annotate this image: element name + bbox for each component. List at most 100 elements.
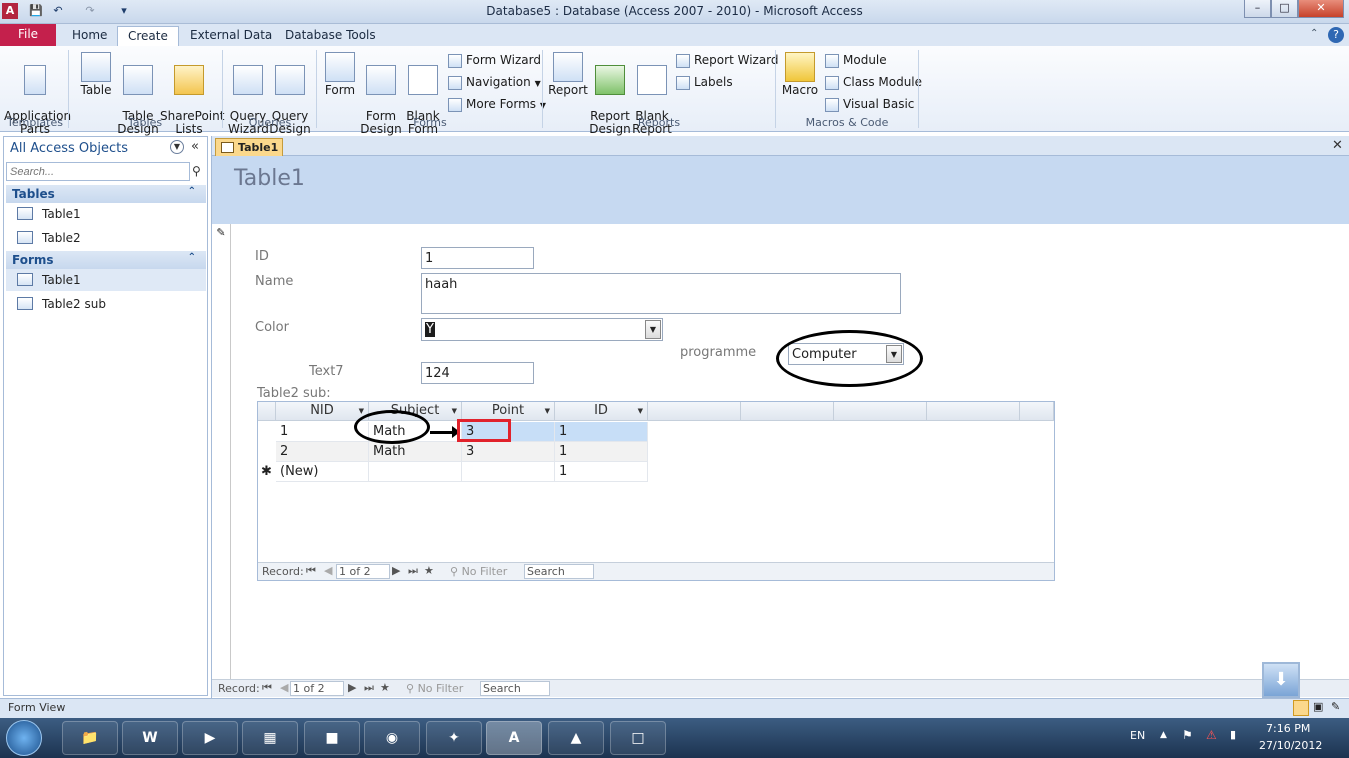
first-record-icon[interactable]: ⏮ <box>262 681 272 695</box>
nav-item-form-table2-sub[interactable]: Table2 sub <box>6 293 206 315</box>
next-record-icon[interactable]: ▶ <box>392 564 400 577</box>
minimize-button[interactable]: – <box>1244 0 1271 18</box>
column-header-empty[interactable] <box>741 402 834 421</box>
language-indicator[interactable]: EN <box>1130 729 1145 742</box>
record-selector[interactable]: ✎ <box>212 224 231 679</box>
select-all-corner[interactable] <box>258 402 276 421</box>
show-hidden-icons-icon[interactable]: ▲ <box>1160 730 1167 740</box>
cell-nid[interactable]: 2 <box>276 442 369 462</box>
class-module-button[interactable]: Class Module <box>825 75 922 90</box>
dropdown-arrow-icon[interactable]: ▼ <box>452 402 457 420</box>
nav-item-table2[interactable]: Table2 <box>6 227 206 249</box>
cell-id[interactable]: 1 <box>555 442 648 462</box>
labels-button[interactable]: Labels <box>676 75 733 90</box>
design-view-icon[interactable]: ✎ <box>1331 700 1340 713</box>
id-field[interactable]: 1 <box>421 247 534 269</box>
start-button[interactable] <box>6 720 42 756</box>
cell-id[interactable]: 1 <box>555 422 648 442</box>
new-record-button-icon[interactable]: ★ <box>380 681 390 694</box>
media-player-icon[interactable]: ▶ <box>182 721 238 755</box>
download-arrow-icon[interactable]: ⬇ <box>1262 662 1300 698</box>
nav-item-table1[interactable]: Table1 <box>6 203 206 225</box>
column-header-empty[interactable] <box>1020 402 1054 421</box>
collapse-group-icon[interactable]: ⌃ <box>188 186 196 197</box>
folder-icon[interactable]: ■ <box>304 721 360 755</box>
record-search-input[interactable]: Search <box>480 681 550 696</box>
macro-button[interactable]: Macro <box>780 52 820 97</box>
document-tab-table1[interactable]: Table1 <box>215 138 283 156</box>
dropdown-arrow-icon[interactable]: ▼ <box>638 402 643 420</box>
form-view-icon[interactable] <box>1293 700 1309 716</box>
column-header-empty[interactable] <box>927 402 1020 421</box>
column-header-nid[interactable]: NID ▼ <box>276 402 369 421</box>
close-document-icon[interactable]: ✕ <box>1332 138 1343 153</box>
module-button[interactable]: Module <box>825 53 887 68</box>
network-signal-icon[interactable]: ▮ <box>1230 728 1236 741</box>
tab-create[interactable]: Create <box>117 26 179 46</box>
access-taskbar-icon[interactable]: A <box>486 721 542 755</box>
form-wizard-button[interactable]: Form Wizard <box>448 53 541 68</box>
navigation-pane-header[interactable]: All Access Objects ▼ « <box>4 137 207 159</box>
form-button[interactable]: Form <box>320 52 360 97</box>
chevron-down-icon[interactable]: ▼ <box>170 140 184 154</box>
subform-datasheet[interactable]: NID ▼ Subject ▼ Point ▼ ID ▼ 1 Math 3 1 2 Ma… <box>257 401 1055 581</box>
no-filter-button[interactable]: ⚲ No Filter <box>406 682 463 695</box>
first-record-icon[interactable]: ⏮ <box>306 564 316 578</box>
column-header-id[interactable]: ID ▼ <box>555 402 648 421</box>
tab-database-tools[interactable]: Database Tools <box>275 26 386 46</box>
help-icon[interactable]: ? <box>1328 27 1344 43</box>
cell-point[interactable]: 3 <box>462 442 555 462</box>
app-icon[interactable]: ▲ <box>548 721 604 755</box>
previous-record-icon[interactable]: ◀ <box>324 564 332 577</box>
tray-security-icon[interactable]: ⚠ <box>1206 728 1217 742</box>
cell-point[interactable] <box>462 462 555 482</box>
media-321-icon[interactable]: ▦ <box>242 721 298 755</box>
collapse-group-icon[interactable]: ⌃ <box>188 252 196 263</box>
name-field[interactable]: haah <box>421 273 901 314</box>
cell-id[interactable]: 1 <box>555 462 648 482</box>
report-button[interactable]: Report <box>548 52 588 97</box>
more-forms-button[interactable]: More Forms ▼ <box>448 97 546 113</box>
clock-date[interactable]: 27/10/2012 <box>1259 739 1322 752</box>
color-combobox[interactable]: Y ▼ <box>421 318 663 341</box>
collapse-ribbon-icon[interactable]: ⌃ <box>1310 28 1318 39</box>
file-explorer-icon[interactable]: 📁 <box>62 721 118 755</box>
close-window-button[interactable]: ✕ <box>1298 0 1344 18</box>
pdf-reader-icon[interactable]: □ <box>610 721 666 755</box>
word-icon[interactable]: W <box>122 721 178 755</box>
column-header-empty[interactable] <box>648 402 741 421</box>
record-search-input[interactable]: Search <box>524 564 594 579</box>
dropdown-arrow-icon[interactable]: ▼ <box>645 320 661 339</box>
tray-flag-icon[interactable]: ⚑ <box>1182 728 1193 742</box>
new-record-button-icon[interactable]: ★ <box>424 564 434 577</box>
last-record-icon[interactable]: ⏭ <box>408 564 418 578</box>
browser-compass-icon[interactable]: ✦ <box>426 721 482 755</box>
search-icon[interactable]: ⚲ <box>192 164 201 178</box>
no-filter-button[interactable]: ⚲ No Filter <box>450 565 507 578</box>
previous-record-icon[interactable]: ◀ <box>280 681 288 694</box>
dropdown-arrow-icon[interactable]: ▼ <box>545 402 550 420</box>
cell-nid[interactable]: (New) <box>276 462 369 482</box>
nav-item-form-table1[interactable]: Table1 <box>6 269 206 291</box>
nav-group-tables[interactable]: Tables ⌃ <box>6 185 206 203</box>
tab-file[interactable]: File <box>0 24 56 46</box>
last-record-icon[interactable]: ⏭ <box>364 681 374 695</box>
layout-view-icon[interactable]: ▣ <box>1313 700 1323 713</box>
navigation-button[interactable]: Navigation ▼ <box>448 75 541 91</box>
table-button[interactable]: Table <box>76 52 116 97</box>
cell-subject[interactable]: Math <box>369 442 462 462</box>
tab-external-data[interactable]: External Data <box>180 26 282 46</box>
clock-time[interactable]: 7:16 PM <box>1266 722 1310 735</box>
tab-home[interactable]: Home <box>62 26 117 46</box>
record-number-input[interactable]: 1 of 2 <box>336 564 390 579</box>
nav-group-forms[interactable]: Forms ⌃ <box>6 251 206 269</box>
cell-subject[interactable] <box>369 462 462 482</box>
column-header-empty[interactable] <box>834 402 927 421</box>
visual-basic-button[interactable]: Visual Basic <box>825 97 914 112</box>
next-record-icon[interactable]: ▶ <box>348 681 356 694</box>
text7-field[interactable]: 124 <box>421 362 534 384</box>
maximize-button[interactable]: □ <box>1271 0 1298 18</box>
firefox-icon[interactable]: ◉ <box>364 721 420 755</box>
report-wizard-button[interactable]: Report Wizard <box>676 53 779 68</box>
navigation-search-input[interactable] <box>6 162 190 181</box>
